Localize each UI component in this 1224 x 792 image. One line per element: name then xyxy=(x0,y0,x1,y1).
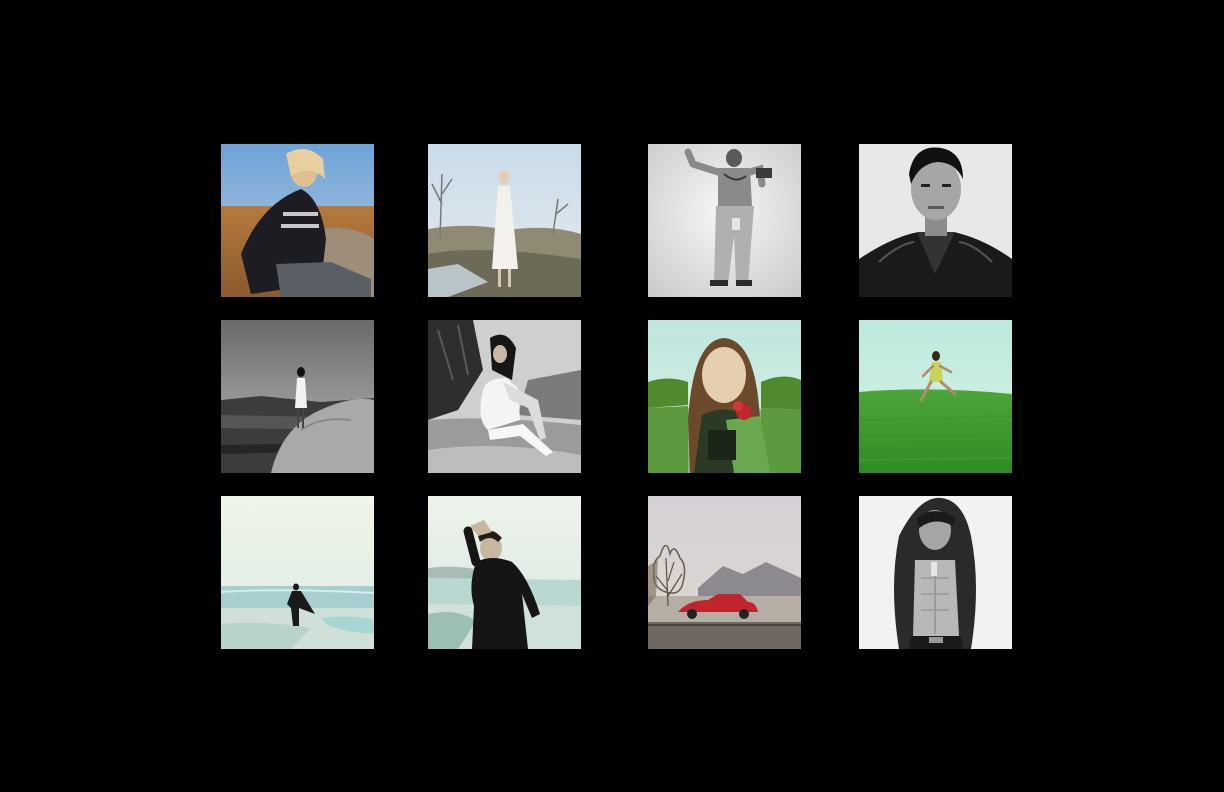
photo-reclining-desert-model xyxy=(221,144,374,297)
photo-woman-running-field xyxy=(859,320,1012,473)
thumbnail-7[interactable] xyxy=(648,320,801,473)
thumbnail-12[interactable] xyxy=(859,496,1012,649)
thumbnail-5[interactable] xyxy=(221,320,374,473)
photo-woman-white-dress xyxy=(428,144,581,297)
thumbnail-8[interactable] xyxy=(859,320,1012,473)
thumbnail-6[interactable] xyxy=(428,320,581,473)
photo-man-leather-jacket xyxy=(859,144,1012,297)
photo-gallery xyxy=(0,0,1224,792)
photo-woman-on-rocks xyxy=(221,320,374,473)
thumbnail-11[interactable] xyxy=(648,496,801,649)
photo-red-car-desert-road xyxy=(648,496,801,649)
photo-woman-seated-rocks xyxy=(428,320,581,473)
thumbnail-3[interactable] xyxy=(648,144,801,297)
thumbnail-2[interactable] xyxy=(428,144,581,297)
thumbnail-9[interactable] xyxy=(221,496,374,649)
thumbnail-1[interactable] xyxy=(221,144,374,297)
photo-woman-red-flower xyxy=(648,320,801,473)
thumbnail-10[interactable] xyxy=(428,496,581,649)
photo-shirtless-man-tattoos xyxy=(648,144,801,297)
photo-man-open-hoodie xyxy=(859,496,1012,649)
thumbnail-4[interactable] xyxy=(859,144,1012,297)
photo-figure-walking-beach xyxy=(221,496,374,649)
photo-man-black-coat-beach xyxy=(428,496,581,649)
